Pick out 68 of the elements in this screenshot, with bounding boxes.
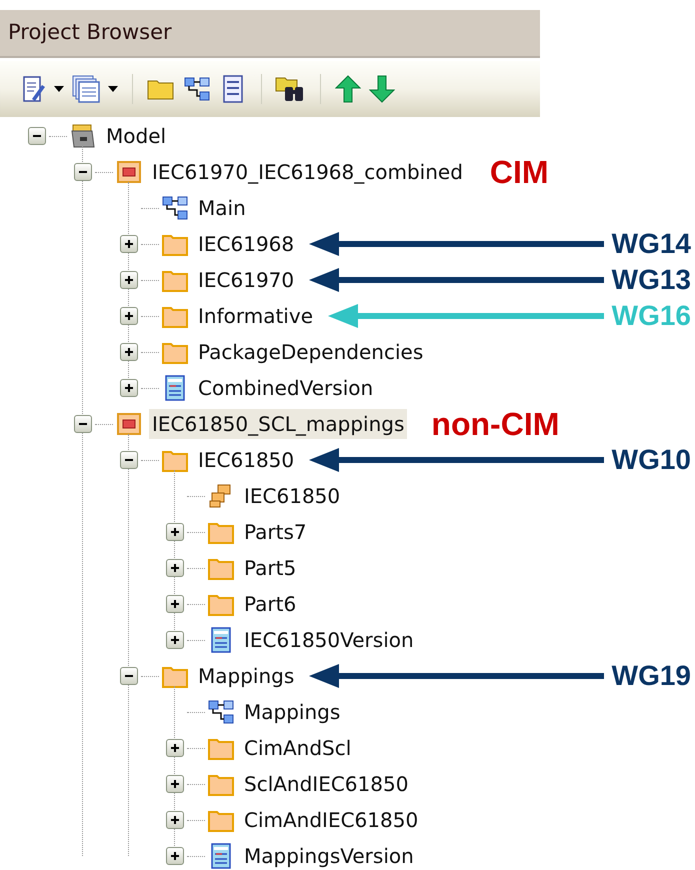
plus-icon bbox=[170, 599, 180, 609]
tree-item[interactable]: IEC61850 bbox=[241, 481, 344, 511]
tree-item[interactable]: IEC61850 bbox=[195, 445, 298, 475]
tree-item[interactable]: Main bbox=[195, 193, 249, 223]
up-arrow-icon[interactable] bbox=[333, 74, 363, 104]
tree-item[interactable]: Informative bbox=[195, 301, 316, 331]
package-icon bbox=[115, 159, 143, 185]
expand-toggle[interactable] bbox=[120, 379, 138, 397]
expand-toggle[interactable] bbox=[166, 523, 184, 541]
tree-item[interactable]: MappingsVersion bbox=[241, 841, 417, 870]
annotation-label: WG16 bbox=[612, 299, 691, 333]
tree-item[interactable]: IEC61970_IEC61968_combined bbox=[149, 157, 466, 187]
annotation-label: non-CIM bbox=[431, 408, 560, 440]
package-icon bbox=[115, 411, 143, 437]
expand-toggle[interactable] bbox=[166, 811, 184, 829]
tree-item[interactable]: SclAndIEC61850 bbox=[241, 769, 412, 799]
tree-item[interactable]: PackageDependencies bbox=[195, 337, 426, 367]
expand-toggle[interactable] bbox=[166, 739, 184, 757]
plus-icon bbox=[170, 743, 180, 753]
expand-toggle[interactable] bbox=[120, 343, 138, 361]
plus-icon bbox=[170, 779, 180, 789]
tree-item[interactable]: Part5 bbox=[241, 553, 300, 583]
collapse-toggle[interactable] bbox=[74, 415, 92, 433]
expand-toggle[interactable] bbox=[120, 235, 138, 253]
annotation-label: WG10 bbox=[612, 443, 691, 477]
collapse-toggle[interactable] bbox=[28, 127, 46, 145]
tree-item[interactable]: Mappings bbox=[241, 697, 344, 727]
plus-icon bbox=[124, 383, 134, 393]
annotation-label: WG13 bbox=[612, 263, 691, 297]
plus-icon bbox=[124, 347, 134, 357]
plus-icon bbox=[124, 239, 134, 249]
collapse-toggle[interactable] bbox=[74, 163, 92, 181]
annotation-label: WG14 bbox=[612, 227, 691, 261]
documents-icon[interactable] bbox=[70, 74, 102, 104]
plus-icon bbox=[170, 527, 180, 537]
annotation-label: CIM bbox=[490, 156, 549, 188]
plus-icon bbox=[124, 275, 134, 285]
tree-item[interactable]: Parts7 bbox=[241, 517, 310, 547]
expand-toggle[interactable] bbox=[120, 307, 138, 325]
panel-title-bar: Project Browser bbox=[0, 10, 540, 58]
diagram-icon bbox=[161, 195, 189, 221]
tree-item[interactable]: IEC61970 bbox=[195, 265, 298, 295]
tree-item[interactable]: IEC61850_SCL_mappings bbox=[149, 409, 408, 439]
plus-icon bbox=[124, 311, 134, 321]
collapse-toggle[interactable] bbox=[120, 451, 138, 469]
collapse-toggle[interactable] bbox=[120, 667, 138, 685]
tree-item[interactable]: CombinedVersion bbox=[195, 373, 376, 403]
expand-toggle[interactable] bbox=[166, 847, 184, 865]
plus-icon bbox=[170, 563, 180, 573]
tree-item[interactable]: CimAndIEC61850 bbox=[241, 805, 422, 835]
expand-toggle[interactable] bbox=[166, 775, 184, 793]
plus-icon bbox=[170, 815, 180, 825]
annotation-label: WG19 bbox=[612, 659, 691, 693]
tree-item[interactable]: IEC61968 bbox=[195, 229, 298, 259]
expand-toggle[interactable] bbox=[166, 595, 184, 613]
down-arrow-icon[interactable] bbox=[367, 74, 397, 104]
tree-item[interactable]: Mappings bbox=[195, 661, 298, 691]
tree-item[interactable]: CimAndScl bbox=[241, 733, 354, 763]
tree-item[interactable]: IEC61850Version bbox=[241, 625, 417, 655]
diagram-icon bbox=[183, 76, 211, 102]
tree-item[interactable]: Model bbox=[103, 121, 170, 151]
diagram-icon bbox=[207, 699, 235, 725]
expand-toggle[interactable] bbox=[166, 631, 184, 649]
expand-toggle[interactable] bbox=[166, 559, 184, 577]
tree-item[interactable]: Part6 bbox=[241, 589, 300, 619]
expand-toggle[interactable] bbox=[120, 271, 138, 289]
plus-icon bbox=[170, 851, 180, 861]
plus-icon bbox=[170, 635, 180, 645]
